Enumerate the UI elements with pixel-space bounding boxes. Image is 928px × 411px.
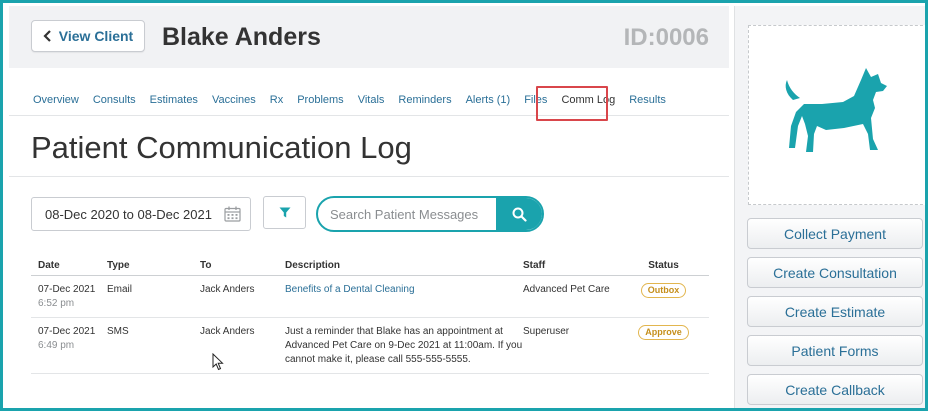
chevron-left-icon [43, 30, 51, 42]
tab-problems[interactable]: Problems [297, 94, 343, 106]
patient-name: Blake Anders [162, 23, 321, 51]
tab-rx[interactable]: Rx [270, 94, 283, 106]
header-to: To [200, 259, 212, 271]
main-panel: View Client Blake Anders ID:0006 Overvie… [9, 6, 729, 408]
tab-estimates[interactable]: Estimates [150, 94, 198, 106]
row-status-cell: Approve [618, 325, 709, 367]
mouse-cursor-icon [212, 353, 224, 371]
tab-reminders[interactable]: Reminders [398, 94, 451, 106]
filter-icon [279, 207, 290, 218]
search-icon [512, 207, 527, 222]
table-header: Date Type To Description Staff Status [31, 255, 709, 276]
tab-vaccines[interactable]: Vaccines [212, 94, 256, 106]
row-type: Email [107, 284, 133, 295]
row-description-link[interactable]: Benefits of a Dental Cleaning [285, 284, 415, 295]
tab-results[interactable]: Results [629, 94, 666, 106]
row-date-cell: 07-Dec 2021 6:52 pm [31, 283, 107, 311]
row-date-cell: 07-Dec 2021 6:49 pm [31, 325, 107, 367]
patient-header: View Client Blake Anders ID:0006 [9, 6, 729, 68]
search-box [316, 196, 544, 232]
filter-button[interactable] [263, 196, 306, 229]
status-badge[interactable]: Outbox [640, 283, 687, 298]
dog-silhouette-icon [785, 68, 887, 152]
row-time: 6:52 pm [38, 298, 75, 309]
status-badge[interactable]: Approve [638, 325, 689, 340]
patient-forms-button[interactable]: Patient Forms [747, 335, 923, 366]
table-row: 07-Dec 2021 6:52 pm Email Jack Anders Be… [31, 276, 709, 318]
date-range-value: 08-Dec 2020 to 08-Dec 2021 [45, 206, 212, 222]
divider [9, 176, 729, 177]
collect-payment-button[interactable]: Collect Payment [747, 218, 923, 249]
header-description: Description [285, 259, 341, 271]
header-staff: Staff [523, 259, 546, 271]
row-description-cell: Benefits of a Dental Cleaning [285, 283, 523, 311]
row-description: Just a reminder that Blake has an appoin… [285, 326, 523, 365]
tab-vitals[interactable]: Vitals [358, 94, 385, 106]
table-row: 07-Dec 2021 6:49 pm SMS Jack Anders Just… [31, 318, 709, 374]
row-date: 07-Dec 2021 [38, 326, 96, 337]
row-time: 6:49 pm [38, 340, 75, 351]
view-client-button[interactable]: View Client [31, 20, 145, 52]
create-consultation-button[interactable]: Create Consultation [747, 257, 923, 288]
action-buttons: Collect Payment Create Consultation Crea… [747, 218, 923, 405]
active-tab-highlight [536, 86, 608, 121]
patient-photo[interactable] [748, 25, 925, 205]
date-range-picker[interactable]: 08-Dec 2020 to 08-Dec 2021 [31, 197, 251, 231]
row-staff: Advanced Pet Care [523, 284, 610, 295]
page-title: Patient Communication Log [31, 130, 412, 165]
row-staff: Superuser [523, 326, 570, 337]
search-input[interactable] [318, 198, 496, 230]
row-recipient: Jack Anders [200, 284, 255, 295]
row-date: 07-Dec 2021 [38, 284, 96, 295]
create-estimate-button[interactable]: Create Estimate [747, 296, 923, 327]
header-date: Date [38, 259, 60, 271]
create-callback-button[interactable]: Create Callback [747, 374, 923, 405]
tab-bar-container: Overview Consults Estimates Vaccines Rx … [9, 68, 729, 121]
tab-alerts[interactable]: Alerts (1) [466, 94, 511, 106]
comm-log-table: Date Type To Description Staff Status 07… [31, 255, 709, 374]
patient-id: ID:0006 [623, 24, 709, 51]
row-type: SMS [107, 326, 129, 337]
search-button[interactable] [496, 198, 542, 230]
action-sidebar: Collect Payment Create Consultation Crea… [734, 6, 925, 408]
app-frame: View Client Blake Anders ID:0006 Overvie… [0, 0, 928, 411]
calendar-icon [224, 206, 241, 222]
tab-overview[interactable]: Overview [33, 94, 79, 106]
row-status-cell: Outbox [618, 283, 709, 311]
header-status: Status [648, 259, 679, 271]
header-type: Type [107, 259, 130, 271]
view-client-label: View Client [58, 28, 134, 44]
tab-consults[interactable]: Consults [93, 94, 136, 106]
